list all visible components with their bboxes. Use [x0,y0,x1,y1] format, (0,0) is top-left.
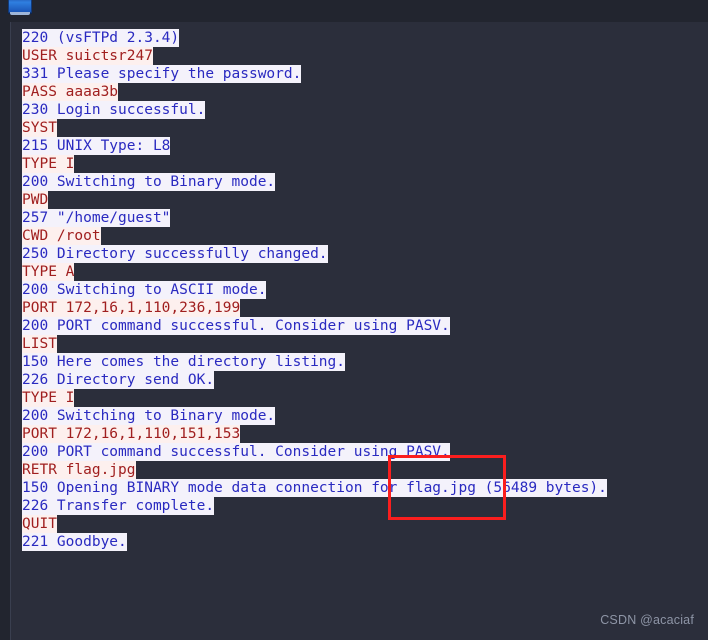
ftp-response-line: 215 UNIX Type: L8 [11,137,708,155]
ftp-line-text: 230 Login successful. [22,101,206,119]
ftp-session-transcript[interactable]: 220 (vsFTPd 2.3.4) USER suictsr247 331 Ple… [11,22,708,640]
ftp-line-text: TYPE A [22,263,75,281]
ftp-line-text: QUIT [22,515,57,533]
ftp-line-text: 220 (vsFTPd 2.3.4) [22,29,180,47]
ftp-request-line: TYPE A [11,263,708,281]
ftp-line-text: TYPE I [22,389,75,407]
ftp-response-line: 226 Directory send OK. [11,371,708,389]
ftp-line-text: USER suictsr247 [22,47,153,65]
ftp-line-text: PORT 172,16,1,110,236,199 [22,299,241,317]
ftp-line-text: 257 "/home/guest" [22,209,171,227]
ftp-request-line: CWD /root [11,227,708,245]
ftp-request-line: USER suictsr247 [11,47,708,65]
ftp-response-line: 220 (vsFTPd 2.3.4) [11,29,708,47]
ftp-response-line: 200 Switching to Binary mode. [11,173,708,191]
ftp-line-text: 221 Goodbye. [22,533,127,551]
ftp-line-text: SYST [22,119,57,137]
ftp-request-line: PORT 172,16,1,110,151,153 [11,425,708,443]
ftp-request-line: QUIT [11,515,708,533]
ftp-line-text: 215 UNIX Type: L8 [22,137,171,155]
ftp-line-text: 200 Switching to Binary mode. [22,407,276,425]
ftp-request-line: TYPE I [11,389,708,407]
window-title-bar[interactable] [0,0,708,23]
ftp-transcript-window: 220 (vsFTPd 2.3.4) USER suictsr247 331 Ple… [0,0,708,640]
ftp-line-text: PORT 172,16,1,110,151,153 [22,425,241,443]
ftp-response-line: 221 Goodbye. [11,533,708,551]
ftp-response-line: 226 Transfer complete. [11,497,708,515]
ftp-response-line: 200 Switching to ASCII mode. [11,281,708,299]
ftp-line-text: TYPE I [22,155,75,173]
ftp-response-line: 150 Here comes the directory listing. [11,353,708,371]
ftp-line-text: 200 Switching to Binary mode. [22,173,276,191]
ftp-request-line: SYST [11,119,708,137]
ftp-line-text: 150 Opening BINARY mode data connection … [22,479,607,497]
ftp-line-text: 250 Directory successfully changed. [22,245,328,263]
ftp-client-window-icon [8,0,32,15]
ftp-request-line: PWD [11,191,708,209]
window-left-rail [0,22,10,640]
ftp-line-text: 331 Please specify the password. [22,65,302,83]
ftp-line-text: 150 Here comes the directory listing. [22,353,346,371]
ftp-response-line: 150 Opening BINARY mode data connection … [11,479,708,497]
ftp-line-text: 200 PORT command successful. Consider us… [22,317,450,335]
ftp-line-text: PWD [22,191,49,209]
ftp-request-line: PORT 172,16,1,110,236,199 [11,299,708,317]
watermark-text: CSDN @acaciaf [600,613,694,627]
ftp-line-text: 226 Transfer complete. [22,497,215,515]
ftp-line-text: PASS aaaa3b [22,83,119,101]
ftp-response-line: 200 PORT command successful. Consider us… [11,443,708,461]
ftp-response-line: 200 PORT command successful. Consider us… [11,317,708,335]
ftp-line-text: RETR flag.jpg [22,461,136,479]
ftp-line-text: 200 PORT command successful. Consider us… [22,443,450,461]
ftp-response-line: 331 Please specify the password. [11,65,708,83]
ftp-line-text: CWD /root [22,227,101,245]
ftp-line-text: LIST [22,335,57,353]
ftp-response-line: 250 Directory successfully changed. [11,245,708,263]
ftp-line-text: 226 Directory send OK. [22,371,215,389]
ftp-request-line: LIST [11,335,708,353]
ftp-response-line: 257 "/home/guest" [11,209,708,227]
ftp-line-text: 200 Switching to ASCII mode. [22,281,267,299]
ftp-request-line: PASS aaaa3b [11,83,708,101]
ftp-response-line: 230 Login successful. [11,101,708,119]
ftp-request-line: RETR flag.jpg [11,461,708,479]
ftp-request-line: TYPE I [11,155,708,173]
ftp-response-line: 200 Switching to Binary mode. [11,407,708,425]
